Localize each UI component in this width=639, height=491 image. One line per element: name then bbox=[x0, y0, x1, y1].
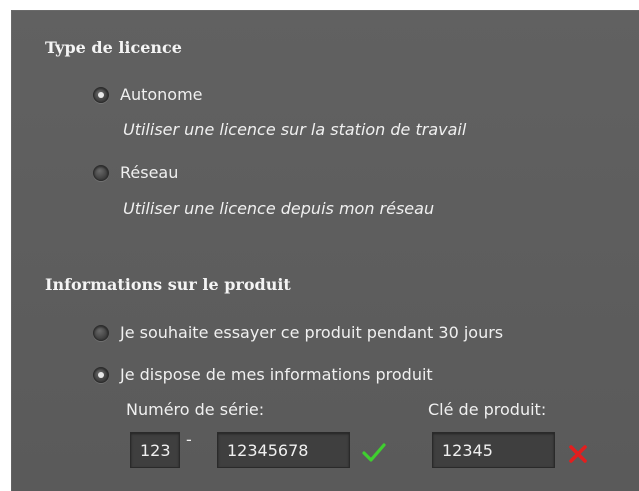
product-info-title: Informations sur le produit bbox=[45, 275, 291, 294]
radio-trial-indicator[interactable] bbox=[93, 324, 109, 341]
serial-prefix-value: 123 bbox=[140, 440, 171, 460]
radio-have-info[interactable]: Je dispose de mes informations produit bbox=[93, 365, 433, 384]
radio-autonome-label: Autonome bbox=[120, 85, 203, 104]
serial-number-value: 12345678 bbox=[227, 440, 309, 460]
cross-icon bbox=[569, 445, 587, 463]
radio-autonome[interactable]: Autonome bbox=[93, 85, 203, 104]
radio-reseau-label: Réseau bbox=[120, 163, 179, 182]
license-panel: Type de licence Autonome Utiliser une li… bbox=[11, 10, 639, 491]
serial-separator: - bbox=[186, 430, 192, 449]
radio-trial[interactable]: Je souhaite essayer ce produit pendant 3… bbox=[93, 323, 503, 342]
product-key-label: Clé de produit: bbox=[428, 400, 547, 419]
serial-number-label: Numéro de série: bbox=[126, 400, 265, 419]
product-key-input[interactable]: 12345 bbox=[432, 432, 555, 468]
radio-have-info-label: Je dispose de mes informations produit bbox=[120, 365, 433, 384]
radio-autonome-indicator[interactable] bbox=[93, 86, 109, 103]
product-key-value: 12345 bbox=[442, 440, 493, 460]
license-type-title: Type de licence bbox=[45, 38, 182, 57]
radio-trial-label: Je souhaite essayer ce produit pendant 3… bbox=[120, 323, 504, 342]
radio-reseau-indicator[interactable] bbox=[93, 164, 109, 181]
radio-reseau[interactable]: Réseau bbox=[93, 163, 178, 182]
radio-have-info-indicator[interactable] bbox=[93, 366, 109, 383]
autonome-description: Utiliser une licence sur la station de t… bbox=[123, 120, 467, 139]
serial-number-input[interactable]: 12345678 bbox=[217, 432, 350, 468]
reseau-description: Utiliser une licence depuis mon réseau bbox=[123, 199, 435, 218]
check-icon bbox=[362, 443, 386, 462]
serial-prefix-input[interactable]: 123 bbox=[130, 432, 180, 468]
